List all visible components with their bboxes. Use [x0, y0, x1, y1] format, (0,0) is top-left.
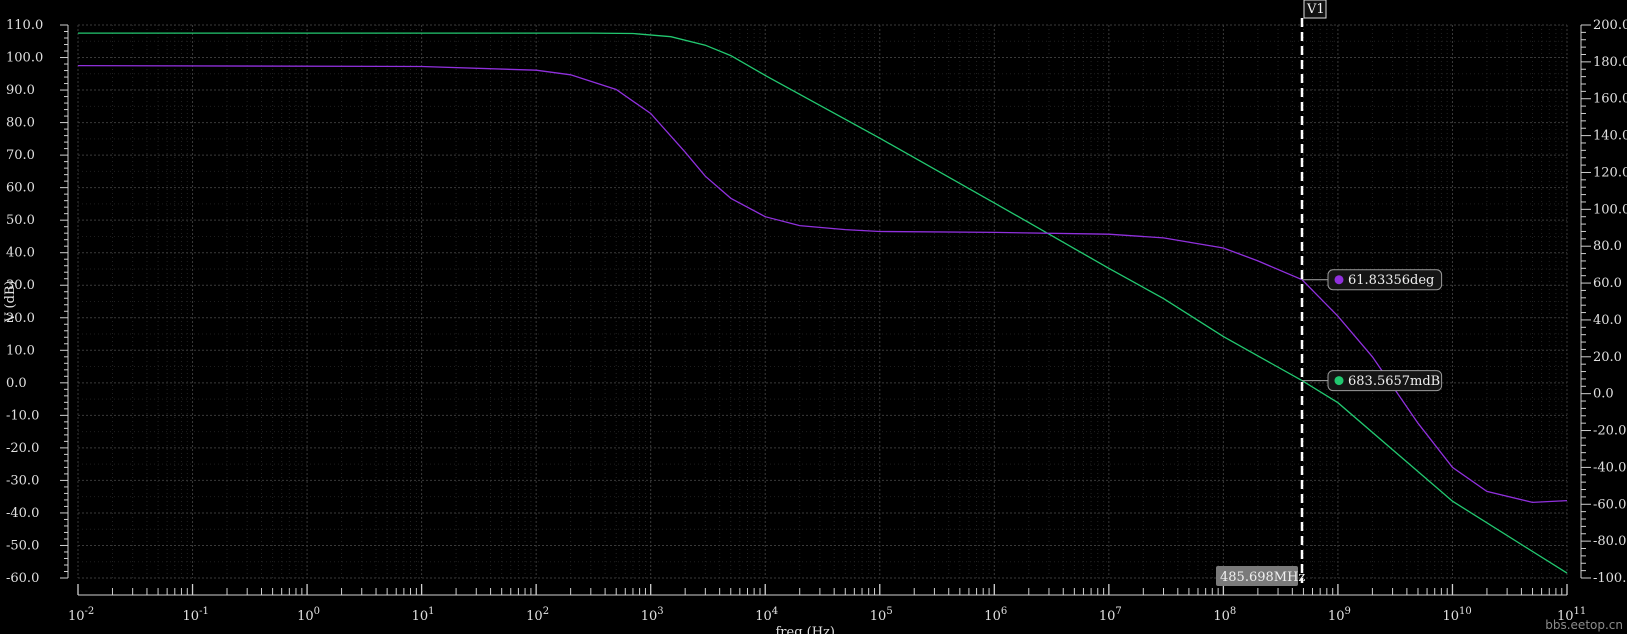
y-left-axis-title: V (dB) [3, 280, 18, 323]
y-left-tick-label: 100.0 [6, 51, 43, 66]
marker-label: 61.83356deg [1348, 273, 1434, 288]
y-right-tick-label: -20.0 [1593, 424, 1626, 439]
y-left-tick-label: 110.0 [6, 18, 43, 33]
bode-plot: 110.0100.090.080.070.060.050.040.030.020… [0, 0, 1627, 634]
y-right-tick-label: -40.0 [1593, 460, 1626, 475]
y-right-tick-label: 40.0 [1593, 313, 1622, 328]
y-left-tick-label: -40.0 [6, 506, 39, 521]
y-left-tick-label: 80.0 [6, 116, 35, 131]
marker-label: 683.5657mdB [1348, 374, 1440, 389]
x-axis-title: freq (Hz) [776, 625, 836, 634]
y-left-tick-label: -10.0 [6, 408, 39, 423]
y-left-tick-label: 40.0 [6, 246, 35, 261]
y-right-tick-label: 140.0 [1593, 129, 1627, 144]
y-right-tick-label: 20.0 [1593, 350, 1622, 365]
y-right-tick-label: 160.0 [1593, 92, 1627, 107]
y-left-tick-label: 90.0 [6, 83, 35, 98]
cursor-freq-label: 485.698MHz [1220, 570, 1305, 585]
y-left-tick-label: 70.0 [6, 148, 35, 163]
y-left-tick-label: -20.0 [6, 441, 39, 456]
y-right-tick-label: -100.0 [1593, 571, 1627, 586]
y-left-tick-label: -60.0 [6, 571, 39, 586]
y-left-tick-label: 0.0 [6, 376, 27, 391]
y-right-tick-label: 120.0 [1593, 165, 1627, 180]
cursor-label: V1 [1306, 2, 1325, 17]
y-right-tick-label: 80.0 [1593, 239, 1622, 254]
y-right-tick-label: 0.0 [1593, 387, 1614, 402]
y-left-tick-label: 60.0 [6, 181, 35, 196]
y-left-tick-label: 50.0 [6, 213, 35, 228]
y-right-tick-label: 200.0 [1593, 18, 1627, 33]
marker-dot [1334, 275, 1344, 285]
y-left-tick-label: 10.0 [6, 343, 35, 358]
y-right-tick-label: -80.0 [1593, 534, 1626, 549]
marker-dot [1334, 376, 1344, 386]
y-right-tick-label: 100.0 [1593, 202, 1627, 217]
watermark-text: bbs.eetop.cn [1545, 618, 1623, 632]
y-right-tick-label: -60.0 [1593, 497, 1626, 512]
y-left-tick-label: -30.0 [6, 473, 39, 488]
y-left-tick-label: -50.0 [6, 538, 39, 553]
y-right-tick-label: 60.0 [1593, 276, 1622, 291]
y-right-tick-label: 180.0 [1593, 55, 1627, 70]
